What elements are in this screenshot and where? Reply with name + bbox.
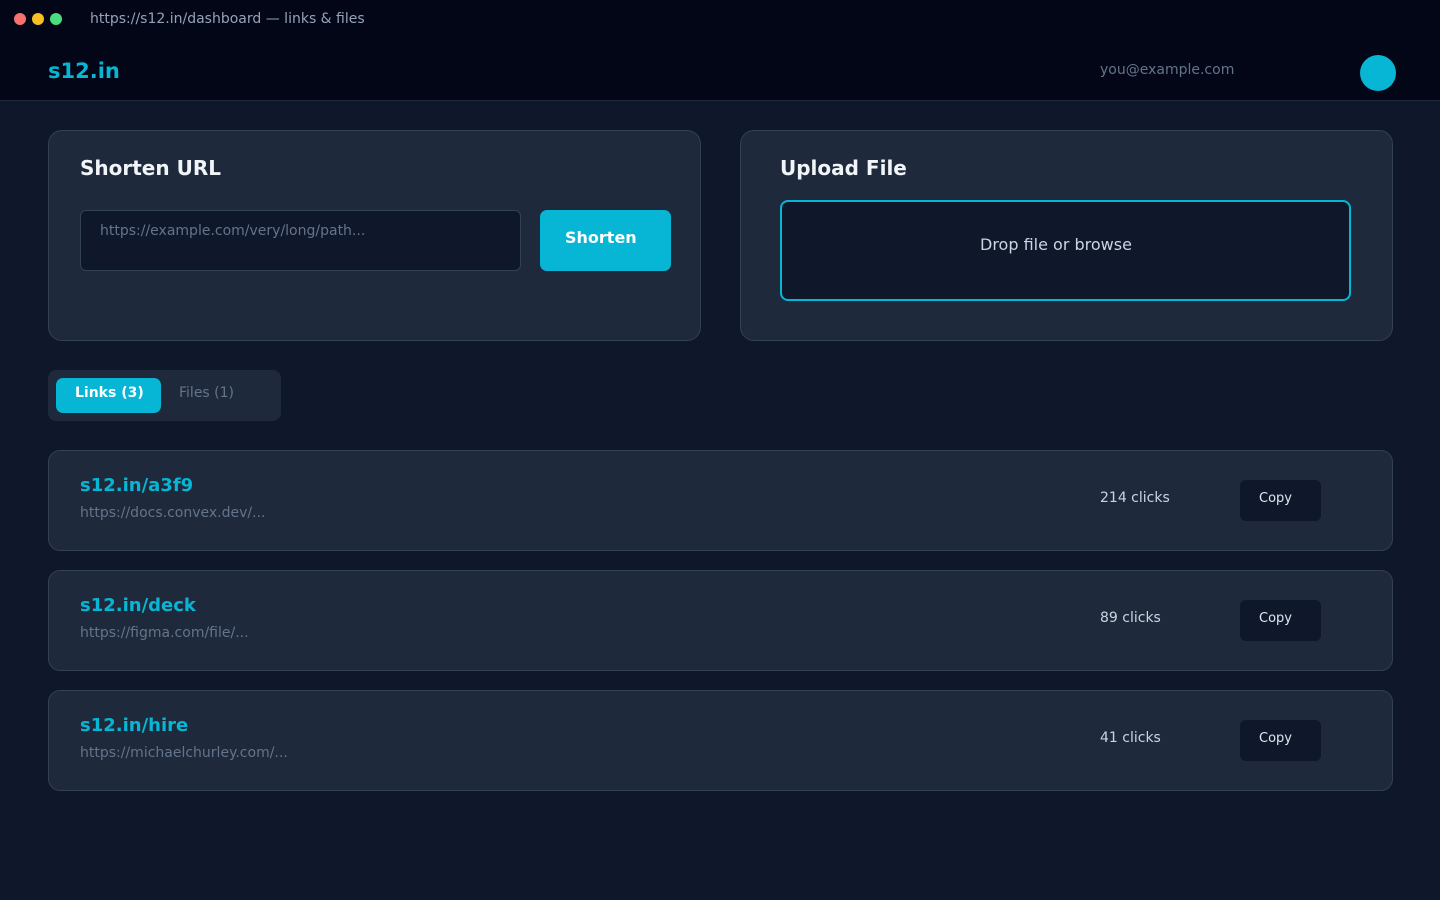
link-row: s12.in/deck https://figma.com/file/... 8…: [48, 570, 1393, 671]
link-row: s12.in/hire https://michaelchurley.com/.…: [48, 690, 1393, 791]
copy-button[interactable]: Copy: [1240, 720, 1321, 761]
app-header: s12.in you@example.com: [0, 40, 1440, 101]
long-url: https://figma.com/file/...: [80, 625, 249, 641]
copy-button[interactable]: Copy: [1240, 600, 1321, 641]
short-link[interactable]: s12.in/deck: [80, 595, 196, 617]
close-window-icon[interactable]: [14, 13, 26, 25]
tab-links[interactable]: Links (3): [56, 378, 161, 413]
tab-files[interactable]: Files (1): [179, 385, 234, 401]
logo[interactable]: s12.in: [48, 59, 120, 83]
click-count: 214 clicks: [1100, 490, 1170, 506]
short-link[interactable]: s12.in/hire: [80, 715, 188, 737]
click-count: 89 clicks: [1100, 610, 1161, 626]
shorten-url-title: Shorten URL: [80, 156, 221, 180]
minimize-window-icon[interactable]: [32, 13, 44, 25]
long-url: https://docs.convex.dev/...: [80, 505, 266, 521]
user-email: you@example.com: [1100, 62, 1235, 78]
avatar[interactable]: [1360, 55, 1396, 91]
file-dropzone[interactable]: Drop file or browse: [780, 200, 1351, 301]
long-url: https://michaelchurley.com/...: [80, 745, 288, 761]
upload-file-card: Upload File Drop file or browse: [740, 130, 1393, 341]
shorten-button[interactable]: Shorten: [540, 210, 671, 271]
tab-bar: Links (3) Files (1): [48, 370, 281, 421]
upload-file-title: Upload File: [780, 156, 907, 180]
link-row: s12.in/a3f9 https://docs.convex.dev/... …: [48, 450, 1393, 551]
click-count: 41 clicks: [1100, 730, 1161, 746]
window-titlebar: https://s12.in/dashboard — links & files: [0, 0, 1440, 40]
dropzone-label: Drop file or browse: [980, 235, 1132, 254]
url-input[interactable]: [80, 210, 521, 271]
copy-button[interactable]: Copy: [1240, 480, 1321, 521]
address-bar[interactable]: https://s12.in/dashboard — links & files: [90, 11, 365, 27]
shorten-url-card: Shorten URL Shorten: [48, 130, 701, 341]
maximize-window-icon[interactable]: [50, 13, 62, 25]
short-link[interactable]: s12.in/a3f9: [80, 475, 193, 497]
